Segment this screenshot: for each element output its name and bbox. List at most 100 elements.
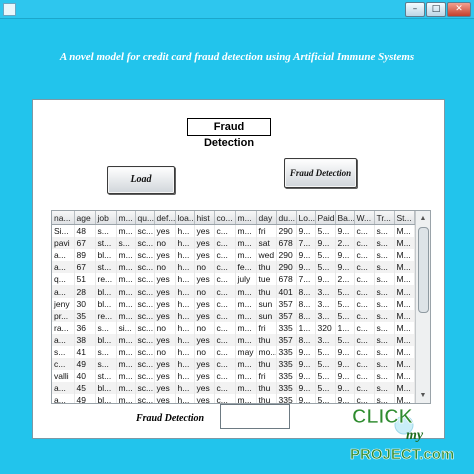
table-cell: s... <box>374 249 395 262</box>
table-row[interactable]: pr... 35 re... m... sc... yes h... yes c... m... s… <box>52 309 415 322</box>
table-cell: si... <box>116 321 136 334</box>
column-header[interactable]: du... <box>276 211 297 225</box>
table-cell: no <box>154 321 176 334</box>
table-cell: re... <box>95 309 117 322</box>
column-header[interactable]: Lo... <box>296 211 316 225</box>
table-cell: a... <box>52 285 75 298</box>
table-cell: 3... <box>315 297 336 310</box>
column-header[interactable]: hist <box>194 211 215 225</box>
table-row[interactable]: a... 67 st... m... sc... no h... no c... fe... thu… <box>52 261 415 274</box>
table-cell: thu <box>256 394 277 403</box>
column-header[interactable]: m... <box>235 211 257 225</box>
table-cell: s... <box>374 370 395 383</box>
table-cell: c... <box>214 261 236 274</box>
table-cell: yes <box>194 370 215 383</box>
table-cell: a... <box>52 333 75 346</box>
close-button[interactable]: ✕ <box>447 2 471 17</box>
column-header[interactable]: m... <box>116 211 136 225</box>
table-cell: 320 <box>315 321 336 334</box>
table-cell: yes <box>194 297 215 310</box>
data-table[interactable]: na...agejobm...qu...def...loa...histco..… <box>51 210 431 404</box>
maximize-button[interactable]: □ <box>426 2 446 17</box>
table-cell: s... <box>374 345 395 359</box>
table-cell: M... <box>394 285 415 298</box>
table-row[interactable]: Si... 48 s... m... sc... yes h... yes c... m... fr… <box>52 224 415 238</box>
table-cell: s... <box>374 321 395 334</box>
table-cell: 8... <box>296 309 316 322</box>
table-cell: c... <box>354 321 375 334</box>
table-cell: tue <box>256 273 277 286</box>
table-row[interactable]: a... 38 bl... m... sc... yes h... yes c... m... th… <box>52 333 415 346</box>
column-header[interactable]: loa... <box>175 211 195 225</box>
table-row[interactable]: valli 40 st... m... sc... yes h... yes c... m... f… <box>52 370 415 383</box>
table-cell: c... <box>214 382 236 395</box>
table-row[interactable]: jeny 30 bl... m... sc... yes h... yes c... m... su… <box>52 297 415 310</box>
fraud-detection-button[interactable]: Fraud Detection <box>284 158 357 188</box>
table-row[interactable]: ra... 36 s... si... sc... no h... no c... m... fri… <box>52 321 415 334</box>
table-cell: c... <box>354 309 375 322</box>
table-cell: july <box>235 273 257 286</box>
table-cell: 1... <box>335 321 355 334</box>
table-cell: s... <box>95 224 117 238</box>
table-cell: 9... <box>315 237 336 250</box>
table-cell: m... <box>116 297 136 310</box>
table-cell: m... <box>235 321 257 334</box>
table-cell: st... <box>95 370 117 383</box>
column-header[interactable]: qu... <box>135 211 155 225</box>
table-cell: s... <box>374 237 395 250</box>
window-controls: – □ ✕ <box>405 2 471 17</box>
table-cell: h... <box>175 297 195 310</box>
table-cell: yes <box>194 358 215 371</box>
table-row[interactable]: s... 41 s... m... sc... no h... no c... may mo... 3… <box>52 345 415 359</box>
column-header[interactable]: Ba... <box>335 211 355 225</box>
minimize-button[interactable]: – <box>405 2 425 17</box>
table-row[interactable]: a... 89 bl... m... sc... yes h... yes c... m... we… <box>52 249 415 262</box>
table-cell: yes <box>194 333 215 346</box>
load-button[interactable]: Load <box>107 166 175 194</box>
table-cell: yes <box>194 237 215 250</box>
column-header[interactable]: na... <box>52 211 75 225</box>
table-cell: 9... <box>296 224 316 238</box>
table-cell: c... <box>214 358 236 371</box>
table-cell: m... <box>235 370 257 383</box>
table-cell: 8... <box>296 333 316 346</box>
table-row[interactable]: a... 45 bl... m... sc... yes h... yes c... m... th… <box>52 382 415 395</box>
column-header[interactable]: day <box>256 211 277 225</box>
table-cell: 3... <box>315 333 336 346</box>
column-header[interactable]: Paid <box>315 211 336 225</box>
column-header[interactable]: co... <box>214 211 236 225</box>
table-row[interactable]: a... 28 bl... m... sc... yes h... no c... m... thu… <box>52 285 415 298</box>
table-cell: h... <box>175 285 195 298</box>
table-cell: fe... <box>235 261 257 274</box>
table-cell: 5... <box>335 309 355 322</box>
scroll-up-arrow-icon[interactable]: ▲ <box>416 213 430 224</box>
column-header[interactable]: St... <box>394 211 415 225</box>
table-cell: yes <box>154 333 176 346</box>
table-cell: 9... <box>335 358 355 371</box>
column-header[interactable]: job <box>95 211 117 225</box>
column-header[interactable]: W... <box>354 211 375 225</box>
table-cell: sc... <box>135 370 155 383</box>
table-cell: yes <box>154 382 176 395</box>
table-cell: m... <box>116 382 136 395</box>
column-header[interactable]: Tr... <box>374 211 395 225</box>
table-row[interactable]: pavi 67 st... s... sc... no h... yes c... m... sat… <box>52 237 415 250</box>
table-row[interactable]: c... 49 s... m... sc... yes h... yes c... m... thu… <box>52 358 415 371</box>
column-header[interactable]: age <box>74 211 96 225</box>
table-cell: sc... <box>135 321 155 334</box>
table-cell: jeny <box>52 297 75 310</box>
fraud-result-field[interactable] <box>220 404 290 429</box>
table-cell: valli <box>52 370 75 383</box>
table-cell: 7... <box>296 273 316 286</box>
table-cell: 89 <box>74 249 96 262</box>
table-cell: m... <box>235 297 257 310</box>
table-cell: h... <box>175 345 195 359</box>
table-cell: h... <box>175 273 195 286</box>
scroll-thumb[interactable] <box>418 227 429 313</box>
column-header[interactable]: def... <box>154 211 176 225</box>
table-cell: m... <box>116 224 136 238</box>
table-cell: h... <box>175 237 195 250</box>
table-row[interactable]: q... 51 re... m... sc... yes h... yes c... july tu… <box>52 273 415 286</box>
table-cell: s... <box>374 285 395 298</box>
vertical-scrollbar[interactable]: ▲ ▼ <box>415 211 430 403</box>
